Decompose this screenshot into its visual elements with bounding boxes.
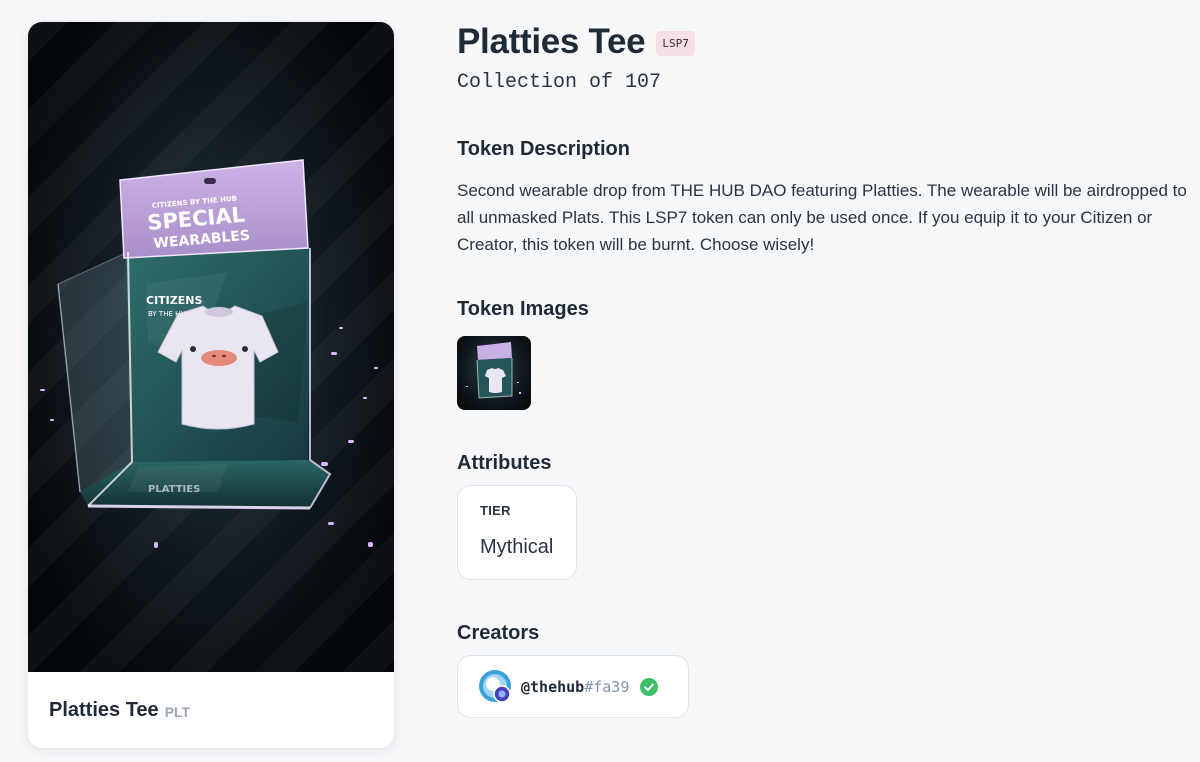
title-row: Platties Tee LSP7 <box>457 22 695 62</box>
attribute-key: TIER <box>480 503 511 518</box>
creator-name: @thehub <box>521 677 585 696</box>
token-card: CITIZENS BY THE HUB PLATTIES CITIZENS BY… <box>28 22 394 748</box>
inner-label-line1: CITIZENS <box>146 294 202 307</box>
creators-heading: Creators <box>457 622 540 644</box>
avatar-icon <box>479 670 512 703</box>
verified-check-icon <box>640 677 659 696</box>
token-image-thumbnail[interactable] <box>457 336 531 410</box>
wearable-box-illustration: CITIZENS BY THE HUB PLATTIES CITIZENS BY… <box>40 159 378 548</box>
card-token-name: Platties Tee <box>49 698 159 721</box>
attribute-card: TIER Mythical <box>457 485 577 580</box>
creator-hash: #fa39 <box>584 677 630 696</box>
creator-card[interactable]: @thehub #fa39 <box>457 655 689 718</box>
attribute-value: Mythical <box>480 536 554 558</box>
bottom-label: PLATTIES <box>148 484 200 495</box>
token-description: Second wearable drop from THE HUB DAO fe… <box>457 181 1187 254</box>
card-token-symbol: PLT <box>164 703 191 720</box>
token-artwork[interactable]: CITIZENS BY THE HUB PLATTIES CITIZENS BY… <box>28 22 394 672</box>
page-title: Platties Tee <box>457 22 646 61</box>
card-footer: Platties Tee PLT <box>28 672 394 748</box>
attributes-heading: Attributes <box>457 452 552 474</box>
description-heading: Token Description <box>457 138 630 160</box>
images-heading: Token Images <box>457 298 589 320</box>
standard-badge: LSP7 <box>656 30 695 56</box>
collection-count: Collection of 107 <box>457 71 662 94</box>
thumbnail-illustration <box>466 342 521 399</box>
